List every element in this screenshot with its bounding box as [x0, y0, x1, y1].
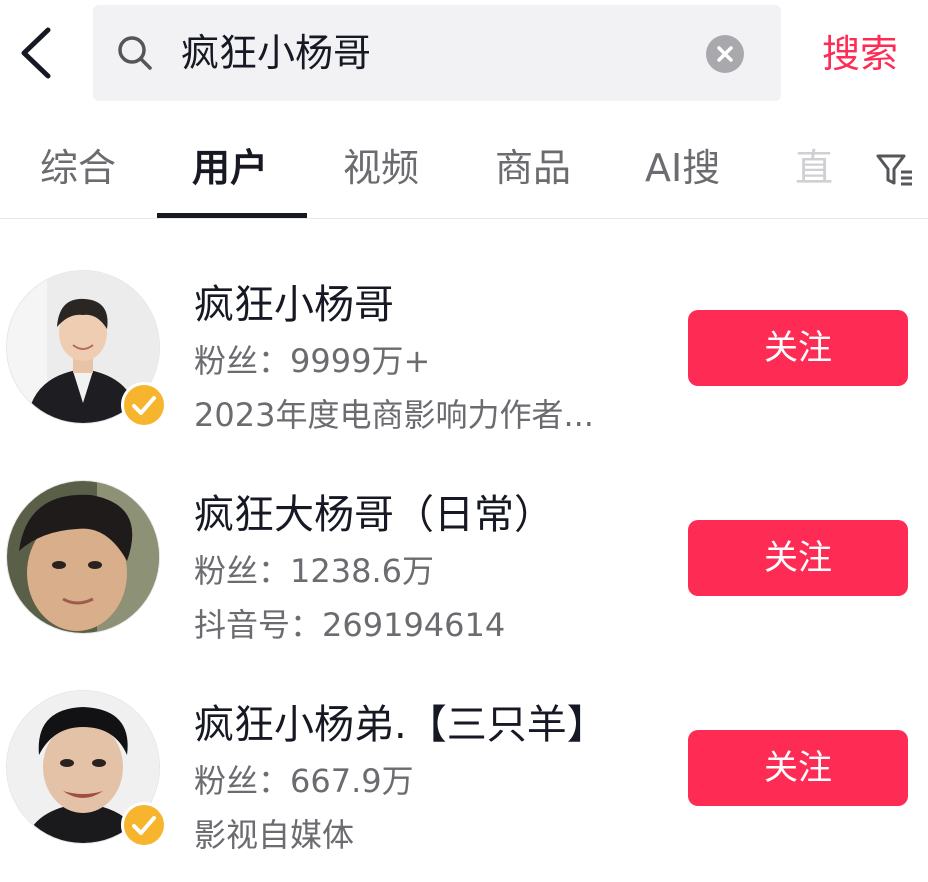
user-name[interactable]: 疯狂大杨哥（日常）	[194, 482, 554, 540]
follower-count: 粉丝：9999万+	[194, 342, 431, 380]
follow-button[interactable]: 关注	[688, 520, 908, 596]
filter-button[interactable]	[874, 150, 914, 190]
verified-badge-icon	[121, 382, 167, 428]
tab-products[interactable]: 商品	[495, 118, 571, 218]
tab-ai-search[interactable]: AI搜	[645, 118, 720, 218]
user-description: 影视自媒体	[194, 816, 355, 854]
tab-comprehensive[interactable]: 综合	[40, 118, 116, 218]
active-tab-indicator	[157, 213, 307, 218]
filter-icon	[876, 154, 912, 186]
search-button[interactable]: 搜索	[822, 26, 898, 82]
avatar[interactable]	[6, 480, 160, 634]
user-description: 2023年度电商影响力作者...	[194, 396, 594, 434]
user-handle: 抖音号：269194614	[194, 606, 506, 644]
search-input[interactable]: 疯狂小杨哥	[181, 5, 371, 101]
tab-videos[interactable]: 视频	[343, 118, 419, 218]
clear-icon	[717, 46, 733, 62]
tab-users[interactable]: 用户	[192, 118, 268, 218]
back-button[interactable]	[10, 22, 66, 84]
follow-button[interactable]: 关注	[688, 310, 908, 386]
user-result-item[interactable]: 疯狂大杨哥（日常） 粉丝：1238.6万 抖音号：269194614 关注	[0, 470, 928, 660]
clear-button[interactable]	[706, 35, 744, 73]
verified-badge-icon	[121, 802, 167, 848]
search-box[interactable]: 疯狂小杨哥	[93, 5, 781, 101]
user-result-item[interactable]: 疯狂小杨哥 粉丝：9999万+ 2023年度电商影响力作者... 关注	[0, 260, 928, 450]
search-icon	[118, 36, 152, 70]
avatar-image	[7, 481, 159, 633]
follower-count: 粉丝：667.9万	[194, 762, 414, 800]
user-name[interactable]: 疯狂小杨哥	[194, 272, 394, 330]
tab-live[interactable]: 直	[795, 118, 833, 218]
user-name[interactable]: 疯狂小杨弟.【三只羊】	[194, 692, 607, 750]
chevron-left-icon	[21, 27, 51, 79]
tab-bar: 综合 用户 视频 商品 AI搜 直	[0, 118, 928, 219]
follower-count: 粉丝：1238.6万	[194, 552, 434, 590]
user-result-item[interactable]: 疯狂小杨弟.【三只羊】 粉丝：667.9万 影视自媒体 关注	[0, 680, 928, 870]
follow-button[interactable]: 关注	[688, 730, 908, 806]
